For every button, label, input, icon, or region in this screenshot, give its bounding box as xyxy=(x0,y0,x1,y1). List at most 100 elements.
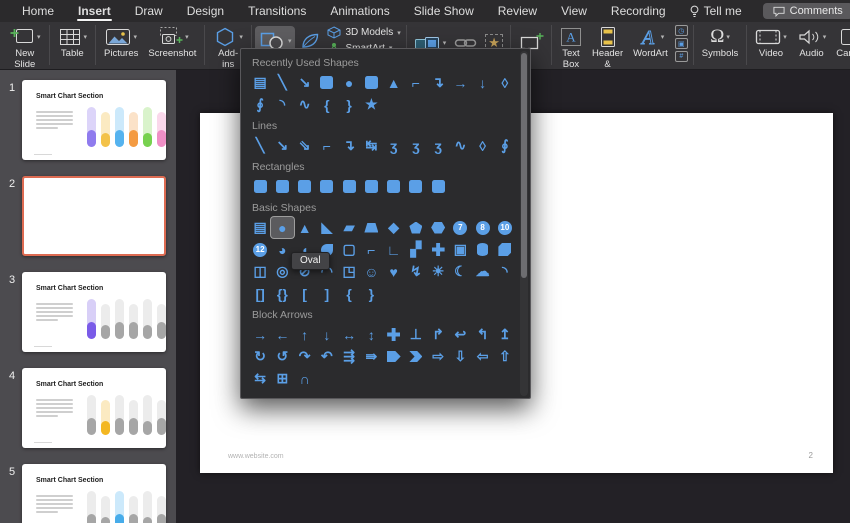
shape-elbow-arrow-connector[interactable]: ↴ xyxy=(338,135,360,156)
shape-round-single-corner-rectangle[interactable] xyxy=(383,176,405,197)
shape-curved-connector[interactable]: ʒ xyxy=(383,135,405,156)
shape-rounded-rectangle[interactable] xyxy=(360,72,382,93)
shape-diamond[interactable]: ◆ xyxy=(383,217,405,238)
shape-right-arrow-callout[interactable]: ⇨ xyxy=(427,346,449,367)
shape-right-arrow[interactable]: → xyxy=(449,72,471,93)
menu-item-design[interactable]: Design xyxy=(175,0,236,22)
shape-moon[interactable]: ☾ xyxy=(449,261,471,282)
shape-heptagon[interactable]: 7 xyxy=(449,217,471,238)
shape-left-brace[interactable]: { xyxy=(338,283,360,304)
shape-right-arrow[interactable]: → xyxy=(249,324,271,345)
shape-left-bracket[interactable]: [ xyxy=(294,283,316,304)
shape-curve[interactable]: ∿ xyxy=(449,135,471,156)
new-slide-button[interactable]: ▾ New Slide xyxy=(4,24,46,71)
shape-l-shape[interactable]: ∟ xyxy=(383,239,405,260)
slide-thumbnail-2[interactable] xyxy=(22,176,166,256)
shape-lightning-bolt[interactable]: ↯ xyxy=(405,261,427,282)
shape-striped-right-arrow[interactable]: ⇶ xyxy=(338,346,360,367)
shape-scribble[interactable]: ∮ xyxy=(249,94,271,115)
shape-up-arrow-callout[interactable]: ⇧ xyxy=(494,346,516,367)
shape-left-up-arrow[interactable]: ↰ xyxy=(472,324,494,345)
shape-rectangle[interactable] xyxy=(249,176,271,197)
shape-isosceles-triangle[interactable]: ▲ xyxy=(294,217,316,238)
shape-snip-single-corner-rectangle[interactable] xyxy=(294,176,316,197)
shape-snip-same-side-corner-rectangle[interactable] xyxy=(316,176,338,197)
shape-pentagon-arrow[interactable] xyxy=(383,346,405,367)
wordart-button[interactable]: A ▾ WordArt xyxy=(628,24,673,61)
media-button[interactable]: ▣ xyxy=(675,38,688,49)
shape-star[interactable]: ★ xyxy=(360,94,382,115)
shape-oval[interactable]: ● xyxy=(271,217,293,238)
shape-arc[interactable]: ◝ xyxy=(494,261,516,282)
slide-thumbnail-5[interactable]: Smart Chart Section xyxy=(22,464,166,523)
shape-plaque[interactable]: ▣ xyxy=(449,239,471,260)
shape-diagonal-stripe[interactable]: ▞ xyxy=(405,239,427,260)
comments-button[interactable]: Comments xyxy=(763,3,850,19)
date-time-button[interactable]: ◷ xyxy=(675,25,688,36)
shape-heart[interactable]: ♥ xyxy=(383,261,405,282)
shape-up-down-arrow[interactable]: ↕ xyxy=(360,324,382,345)
screenshot-button[interactable]: ▾ Screenshot xyxy=(143,24,201,61)
shape-elbow-connector[interactable]: ⌐ xyxy=(316,135,338,156)
shape-scribble[interactable]: ∮ xyxy=(494,135,516,156)
shape-right-brace[interactable]: } xyxy=(360,283,382,304)
shape-line[interactable]: ╲ xyxy=(271,72,293,93)
menu-item-tell-me[interactable]: Tell me xyxy=(678,0,754,22)
slide-thumbnail-4[interactable]: Smart Chart Section xyxy=(22,368,166,448)
shape-bent-up-arrow[interactable]: ↥ xyxy=(494,324,516,345)
shape-left-right-arrow[interactable]: ↔ xyxy=(338,324,360,345)
shape-u-turn-arrow[interactable]: ↩ xyxy=(449,324,471,345)
shape-cross[interactable] xyxy=(427,239,449,260)
menu-item-review[interactable]: Review xyxy=(486,0,549,22)
shape-octagon[interactable]: 8 xyxy=(472,217,494,238)
shape-bent-arrow[interactable]: ↱ xyxy=(427,324,449,345)
shape-right-brace[interactable]: } xyxy=(338,94,360,115)
shape-snip-and-round-single-corner-rectangle[interactable] xyxy=(360,176,382,197)
shape-round-same-side-corner-rectangle[interactable] xyxy=(405,176,427,197)
shape-quad-arrow-callout[interactable]: ⊞ xyxy=(271,368,293,389)
shape-hexagon[interactable] xyxy=(427,217,449,238)
shape-cube[interactable] xyxy=(494,239,516,260)
dropdown-scrollbar-thumb[interactable] xyxy=(521,53,527,278)
shape-line-arrow[interactable]: ↘ xyxy=(294,72,316,93)
shape-right-triangle[interactable]: ◣ xyxy=(316,217,338,238)
slide-number-button[interactable]: # xyxy=(675,51,688,62)
menu-item-animations[interactable]: Animations xyxy=(318,0,401,22)
shape-left-arrow[interactable]: ← xyxy=(271,324,293,345)
slide-thumbnail-1[interactable]: Smart Chart Section xyxy=(22,80,166,160)
shape-up-arrow[interactable]: ↑ xyxy=(294,324,316,345)
shape-text-box[interactable]: ▤ xyxy=(249,72,271,93)
shape-can[interactable] xyxy=(472,239,494,260)
shape-curved-down-arrow[interactable]: ↶ xyxy=(316,346,338,367)
shape-parallelogram[interactable]: ▰ xyxy=(338,217,360,238)
shape-curve[interactable]: ∿ xyxy=(294,94,316,115)
shape-half-frame[interactable]: ⌐ xyxy=(360,239,382,260)
shape-left-right-arrow-callout[interactable]: ⇆ xyxy=(249,368,271,389)
slide-thumbnail-3[interactable]: Smart Chart Section xyxy=(22,272,166,352)
shape-curved-right-arrow[interactable]: ↻ xyxy=(249,346,271,367)
shape-left-right-up-arrow[interactable]: ⊥ xyxy=(405,324,427,345)
video-button[interactable]: ▾ Video xyxy=(750,24,792,61)
shape-bevel[interactable]: ◫ xyxy=(249,261,271,282)
shape-elbow-double-arrow-connector[interactable]: ↹ xyxy=(360,135,382,156)
shape-double-brace[interactable]: {} xyxy=(271,283,293,304)
shape-regular-pentagon[interactable] xyxy=(405,217,427,238)
shape-oval[interactable]: ● xyxy=(338,72,360,93)
pictures-button[interactable]: ▾ Pictures xyxy=(99,24,143,61)
text-box-button[interactable]: A Text Box xyxy=(555,24,587,71)
shape-line-double-arrow[interactable]: ⇘ xyxy=(294,135,316,156)
shape-frame[interactable]: ▢ xyxy=(338,239,360,260)
shape-down-arrow-callout[interactable]: ⇩ xyxy=(449,346,471,367)
shape-line-arrow[interactable]: ↘ xyxy=(271,135,293,156)
cameo-button[interactable]: Cameo xyxy=(831,24,850,61)
shape-round-diagonal-corner-rectangle[interactable] xyxy=(427,176,449,197)
shape-isosceles-triangle[interactable]: ▲ xyxy=(383,72,405,93)
shape-right-bracket[interactable]: ] xyxy=(316,283,338,304)
shape-down-arrow[interactable]: ↓ xyxy=(316,324,338,345)
shape-decagon[interactable]: 10 xyxy=(494,217,516,238)
shape-quad-arrow[interactable] xyxy=(383,324,405,345)
menu-item-draw[interactable]: Draw xyxy=(123,0,175,22)
shape-line[interactable]: ╲ xyxy=(249,135,271,156)
menu-item-transitions[interactable]: Transitions xyxy=(236,0,318,22)
shape-rounded-rectangle[interactable] xyxy=(271,176,293,197)
